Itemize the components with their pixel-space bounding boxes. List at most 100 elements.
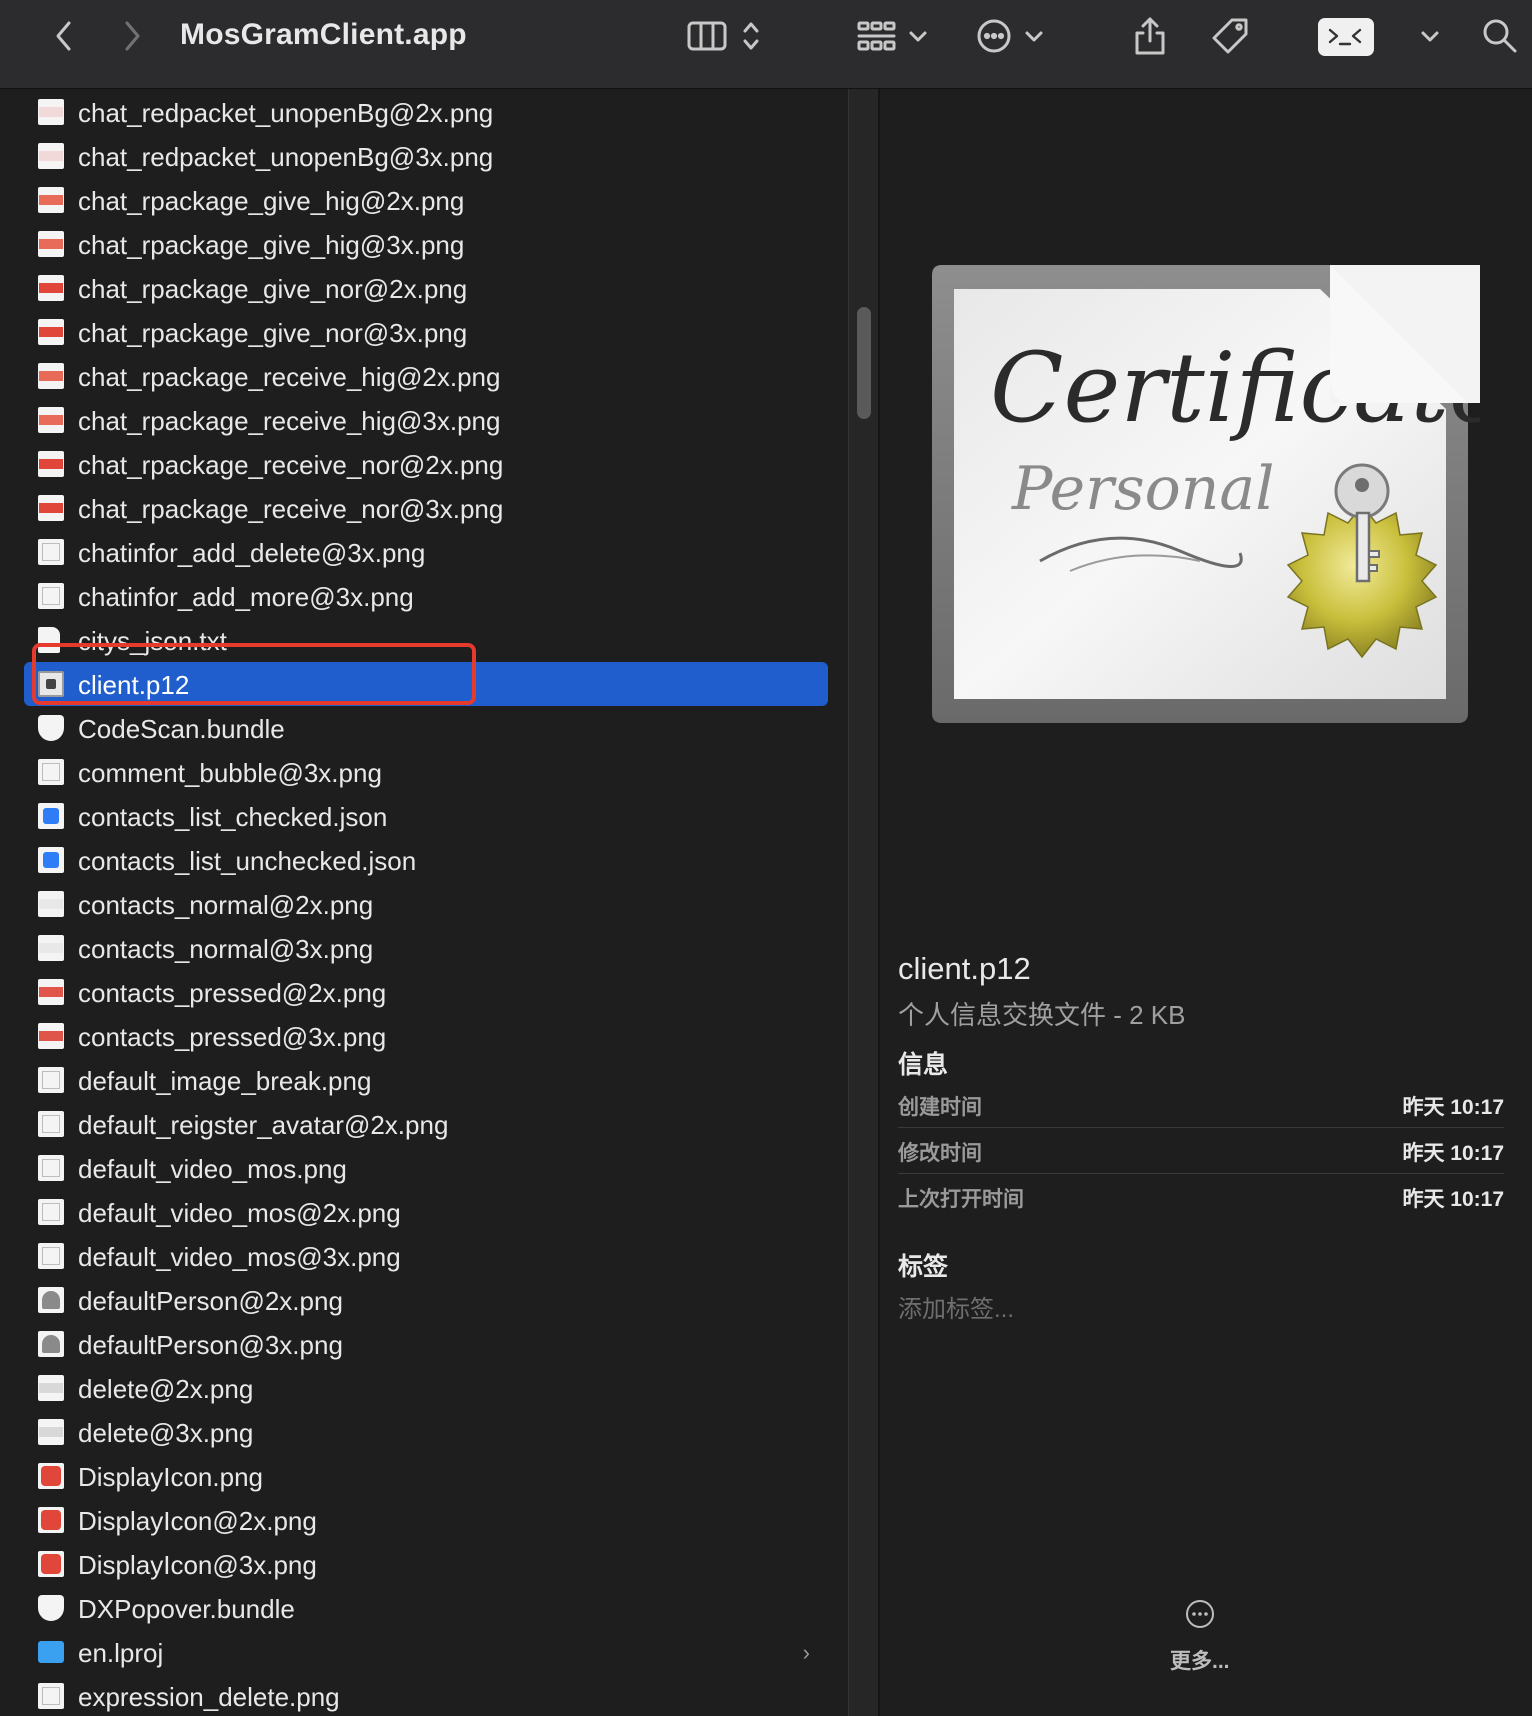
file-row[interactable]: delete@2x.png [24, 1366, 828, 1410]
file-name: contacts_pressed@2x.png [78, 978, 387, 1008]
file-row[interactable]: chat_redpacket_unopenBg@3x.png [24, 134, 828, 178]
scrollbar[interactable] [848, 89, 879, 1716]
chevron-down-icon[interactable] [906, 14, 930, 58]
file-row[interactable]: chat_rpackage_give_hig@3x.png [24, 222, 828, 266]
file-name: default_reigster_avatar@2x.png [78, 1110, 449, 1140]
image-icon [38, 187, 64, 213]
image-icon [38, 539, 64, 565]
file-row[interactable]: default_reigster_avatar@2x.png [24, 1102, 828, 1146]
tags-heading: 标签 [898, 1253, 949, 1281]
file-name: chat_rpackage_give_nor@2x.png [78, 274, 468, 304]
terminal-icon[interactable] [1318, 18, 1374, 56]
preview-pane: Certificate Personal client.p12 个人信息交换文件… [880, 89, 1532, 1716]
image-icon [38, 407, 64, 433]
file-row[interactable]: citys_json.txt [24, 618, 828, 662]
file-row[interactable]: contacts_list_checked.json [24, 794, 828, 838]
file-row[interactable]: DisplayIcon@3x.png [24, 1542, 828, 1586]
file-name: contacts_normal@2x.png [78, 890, 374, 920]
file-row[interactable]: default_video_mos.png [24, 1146, 828, 1190]
image-icon [38, 1155, 64, 1181]
file-row[interactable]: contacts_normal@2x.png [24, 882, 828, 926]
info-label: 创建时间 [898, 1096, 982, 1119]
image-icon [38, 1375, 64, 1401]
search-icon[interactable] [1480, 14, 1520, 58]
more-actions-icon[interactable] [1185, 1599, 1215, 1629]
file-row[interactable]: chat_rpackage_give_nor@3x.png [24, 310, 828, 354]
info-row-last-opened: 上次打开时间 昨天 10:17 [898, 1173, 1504, 1219]
file-row[interactable]: defaultPerson@2x.png [24, 1278, 828, 1322]
file-name: default_image_break.png [78, 1066, 372, 1096]
image-icon [38, 451, 64, 477]
file-row[interactable]: chat_rpackage_receive_hig@3x.png [24, 398, 828, 442]
file-row[interactable]: chat_rpackage_receive_hig@2x.png [24, 354, 828, 398]
image-icon [38, 759, 64, 785]
file-name: expression_delete.png [78, 1682, 340, 1712]
file-name: contacts_list_checked.json [78, 802, 388, 832]
file-row[interactable]: contacts_normal@3x.png [24, 926, 828, 970]
tag-icon[interactable] [1208, 14, 1252, 58]
certificate-icon [38, 671, 64, 697]
bundle-icon [38, 1595, 64, 1621]
file-row[interactable]: contacts_pressed@2x.png [24, 970, 828, 1014]
file-row[interactable]: DXPopover.bundle [24, 1586, 828, 1630]
file-row[interactable]: DisplayIcon@2x.png [24, 1498, 828, 1542]
file-row[interactable]: expression_delete.png [24, 1674, 828, 1716]
image-icon [38, 1111, 64, 1137]
file-row[interactable]: contacts_list_unchecked.json [24, 838, 828, 882]
more-button[interactable]: 更多... [1170, 1645, 1230, 1675]
person-image-icon [38, 1331, 64, 1357]
file-name: chat_rpackage_receive_nor@3x.png [78, 494, 504, 524]
file-row[interactable]: en.lproj › [24, 1630, 828, 1674]
file-name: chat_redpacket_unopenBg@3x.png [78, 142, 494, 172]
file-row[interactable]: default_image_break.png [24, 1058, 828, 1102]
file-row[interactable]: delete@3x.png [24, 1410, 828, 1454]
file-row[interactable]: chat_redpacket_unopenBg@2x.png [24, 90, 828, 134]
file-name: delete@3x.png [78, 1418, 254, 1448]
share-icon[interactable] [1130, 14, 1170, 58]
group-grid-icon[interactable] [854, 14, 898, 58]
file-row[interactable]: chatinfor_add_delete@3x.png [24, 530, 828, 574]
columns-view-icon[interactable] [684, 14, 730, 58]
json-icon [38, 803, 64, 829]
image-icon [38, 319, 64, 345]
image-icon [38, 231, 64, 257]
file-row[interactable]: chat_rpackage_receive_nor@2x.png [24, 442, 828, 486]
info-row-created: 创建时间 昨天 10:17 [898, 1081, 1504, 1128]
file-row[interactable]: chatinfor_add_more@3x.png [24, 574, 828, 618]
file-row[interactable]: chat_rpackage_give_nor@2x.png [24, 266, 828, 310]
file-row[interactable]: default_video_mos@2x.png [24, 1190, 828, 1234]
file-row[interactable]: defaultPerson@3x.png [24, 1322, 828, 1366]
info-value: 昨天 10:17 [1402, 1142, 1504, 1165]
sort-stepper-icon[interactable] [738, 14, 764, 58]
info-row-modified: 修改时间 昨天 10:17 [898, 1127, 1504, 1174]
file-name: DisplayIcon.png [78, 1462, 263, 1492]
file-name: defaultPerson@3x.png [78, 1330, 343, 1360]
forward-icon[interactable] [112, 14, 152, 58]
info-value: 昨天 10:17 [1402, 1096, 1504, 1119]
file-name: delete@2x.png [78, 1374, 254, 1404]
file-row[interactable]: chat_rpackage_give_hig@2x.png [24, 178, 828, 222]
file-row[interactable]: chat_rpackage_receive_nor@3x.png [24, 486, 828, 530]
file-name: chat_rpackage_give_hig@3x.png [78, 230, 465, 260]
back-icon[interactable] [44, 14, 84, 58]
image-icon [38, 275, 64, 301]
chevron-down-icon[interactable] [1418, 14, 1442, 58]
file-name: default_video_mos.png [78, 1154, 347, 1184]
file-row[interactable]: comment_bubble@3x.png [24, 750, 828, 794]
file-name: client.p12 [78, 670, 190, 700]
file-row[interactable]: client.p12 [24, 662, 828, 706]
file-row[interactable]: CodeScan.bundle [24, 706, 828, 750]
image-icon [38, 891, 64, 917]
chevron-down-icon[interactable] [1022, 14, 1046, 58]
file-name: citys_json.txt [78, 626, 227, 656]
file-row[interactable]: default_video_mos@3x.png [24, 1234, 828, 1278]
more-actions-icon[interactable] [974, 14, 1014, 58]
add-tags-field[interactable]: 添加标签... [898, 1289, 1014, 1324]
file-row[interactable]: contacts_pressed@3x.png [24, 1014, 828, 1058]
file-row[interactable]: DisplayIcon.png [24, 1454, 828, 1498]
scrollbar-thumb[interactable] [857, 307, 871, 419]
image-icon [38, 1419, 64, 1445]
info-label: 上次打开时间 [898, 1188, 1024, 1211]
text-document-icon [38, 627, 60, 653]
file-name: en.lproj [78, 1638, 164, 1668]
